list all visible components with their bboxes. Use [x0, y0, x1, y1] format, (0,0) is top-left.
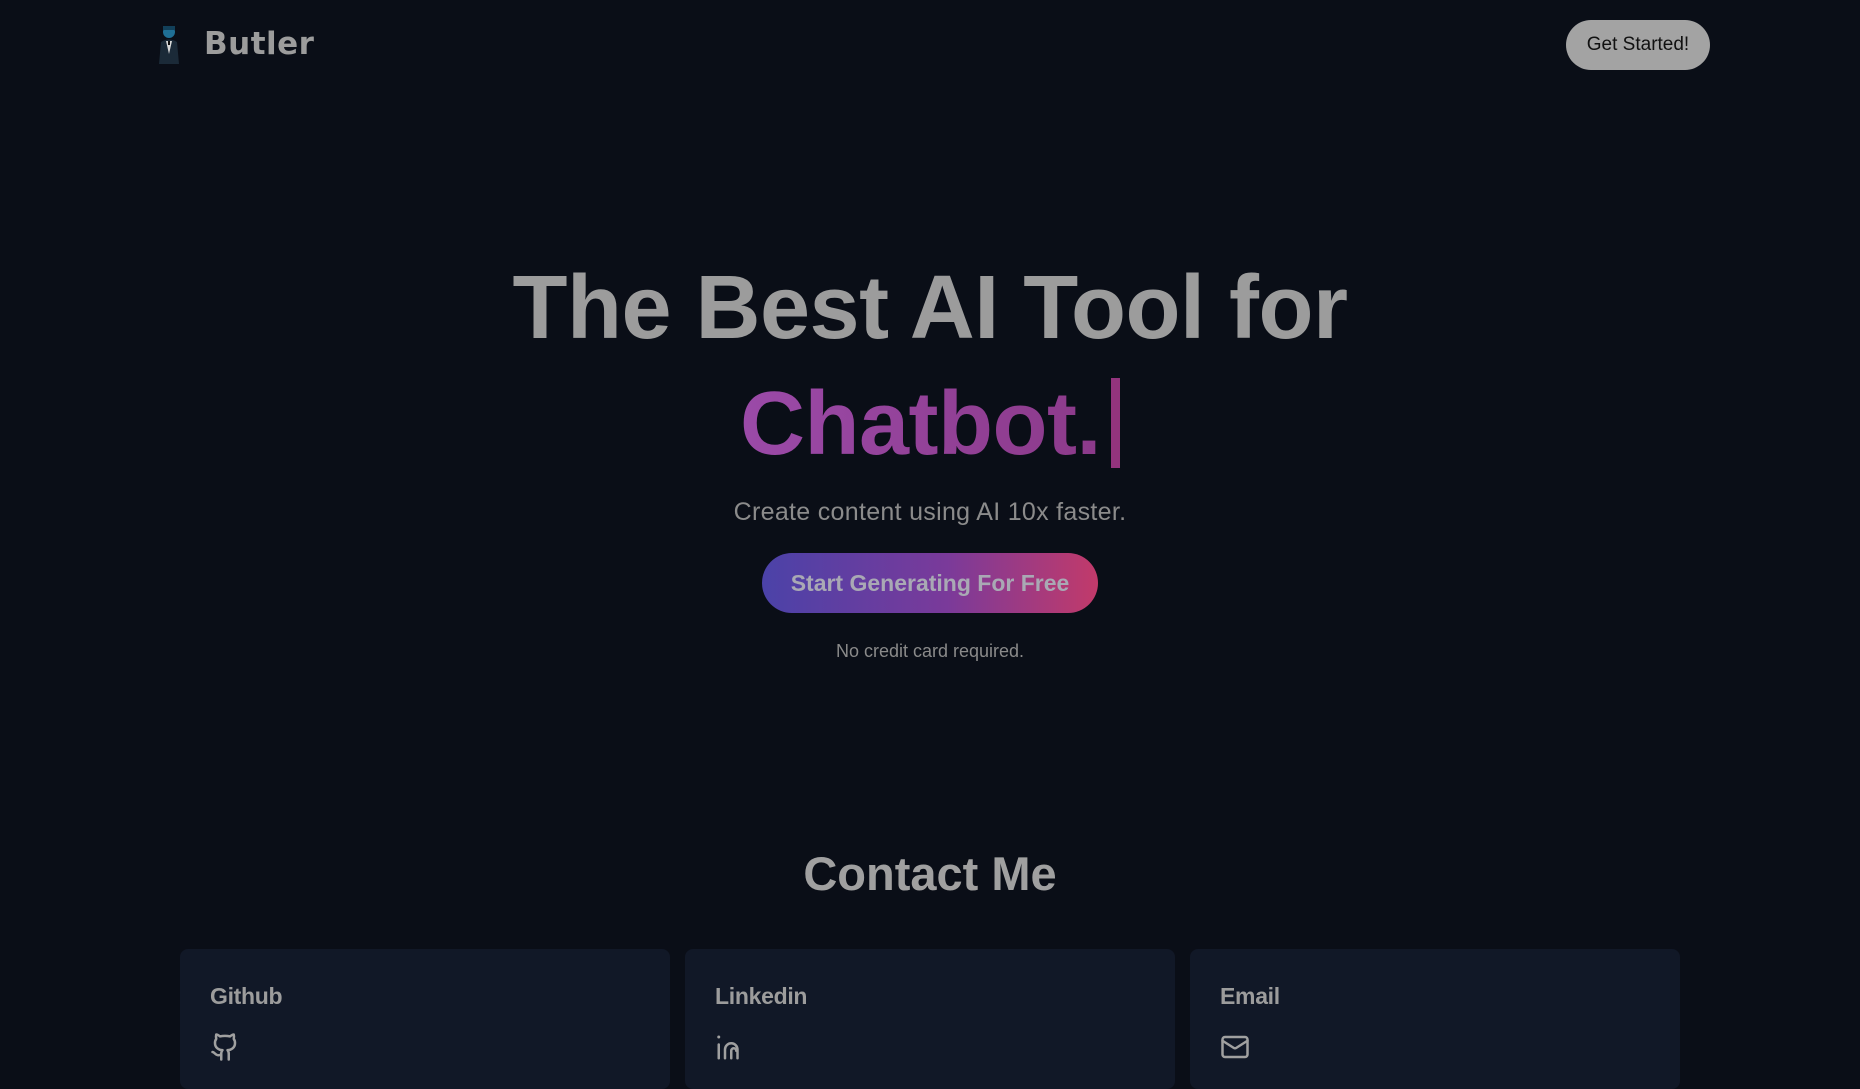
hero-section: The Best AI Tool for Chatbot. Create con… [0, 250, 1860, 662]
contact-cards: Github Linkedin Email [180, 949, 1680, 1089]
get-started-button[interactable]: Get Started! [1566, 20, 1710, 70]
card-title: Github [210, 983, 283, 1009]
card-title: Linkedin [715, 983, 808, 1009]
github-card[interactable]: Github [180, 949, 670, 1089]
linkedin-icon [717, 1035, 739, 1060]
start-generating-button[interactable]: Start Generating For Free [762, 553, 1098, 613]
linkedin-card[interactable]: Linkedin [685, 949, 1175, 1089]
navbar: Butler Get Started! [0, 0, 1860, 90]
hero-subtitle: Create content using AI 10x faster. [733, 498, 1127, 526]
mail-icon [1221, 1035, 1249, 1059]
headline-line-2: Chatbot. [0, 366, 1860, 482]
hero-headline: The Best AI Tool for Chatbot. [0, 250, 1860, 482]
brand[interactable]: Butler [154, 24, 314, 64]
no-credit-card-note: No credit card required. [835, 641, 1025, 661]
headline-line-1: The Best AI Tool for [512, 258, 1348, 358]
butler-logo-icon [159, 26, 179, 64]
brand-name: Butler [204, 26, 315, 62]
typed-word: Chatbot. [740, 374, 1101, 474]
email-card[interactable]: Email [1190, 949, 1680, 1089]
contact-title: Contact Me [803, 847, 1057, 900]
github-icon [211, 1033, 237, 1061]
typing-cursor [1110, 378, 1120, 468]
card-title: Email [1220, 983, 1280, 1009]
